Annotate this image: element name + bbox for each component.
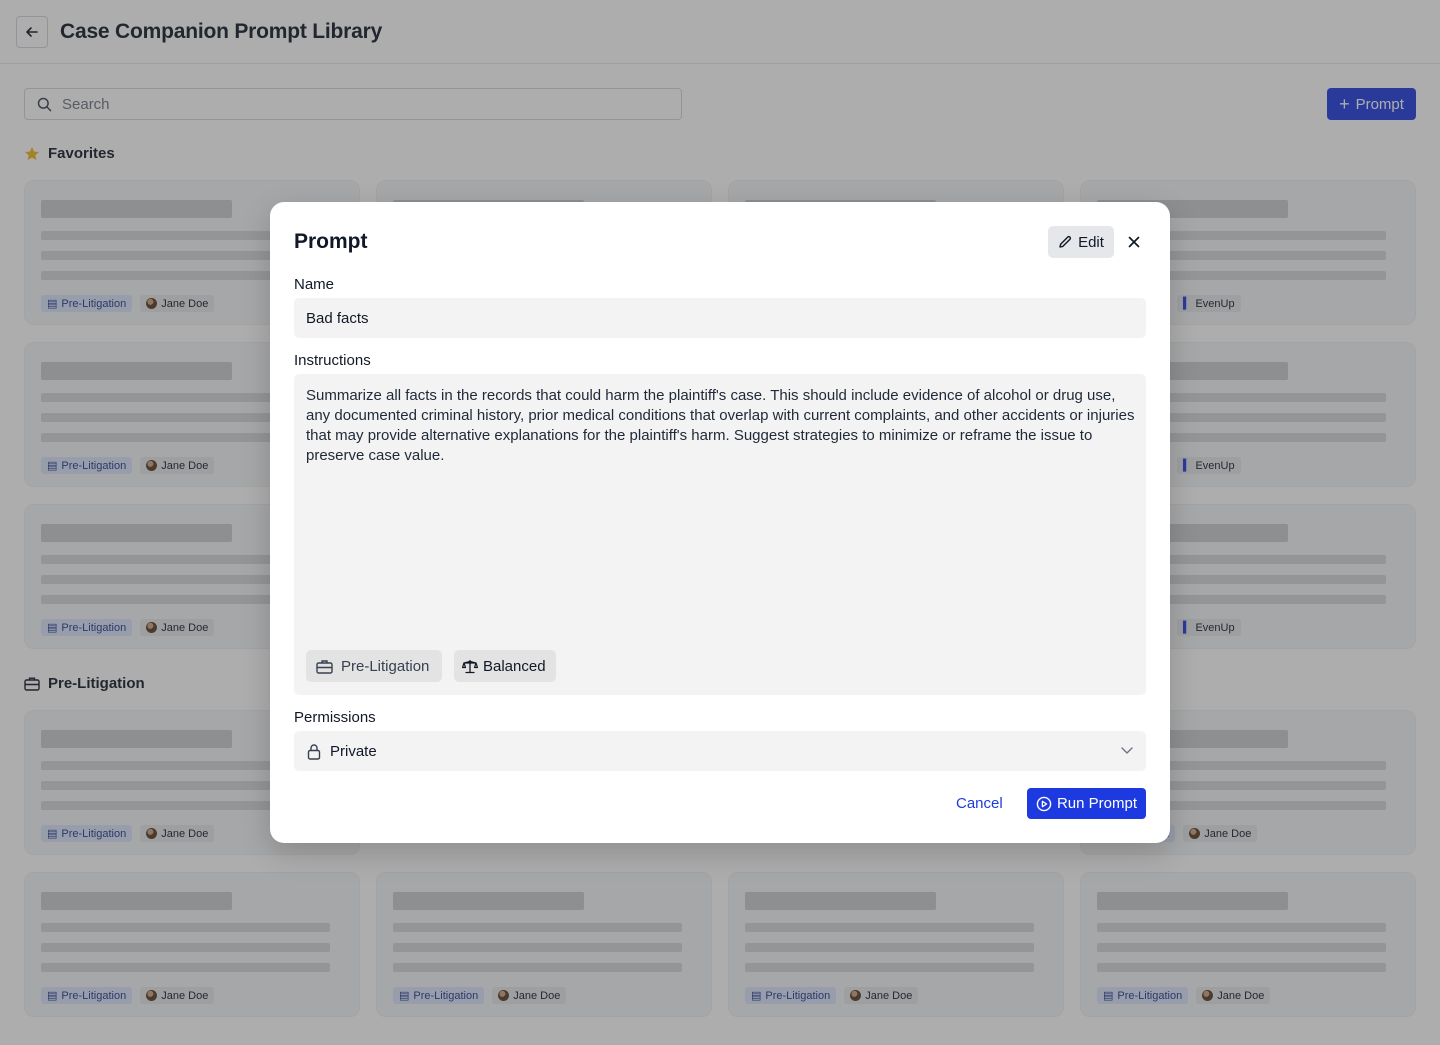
tone-chip-label: Balanced bbox=[483, 657, 546, 675]
instructions-label: Instructions bbox=[294, 352, 371, 369]
chevron-down-icon bbox=[1121, 747, 1133, 754]
cancel-button[interactable]: Cancel bbox=[956, 788, 1003, 818]
run-prompt-button[interactable]: Run Prompt bbox=[1027, 788, 1146, 819]
edit-label: Edit bbox=[1078, 233, 1104, 251]
name-label: Name bbox=[294, 276, 335, 293]
pencil-icon bbox=[1059, 235, 1072, 248]
edit-button[interactable]: Edit bbox=[1048, 226, 1114, 258]
modal-title: Prompt bbox=[294, 230, 368, 253]
prompt-modal: Prompt Edit Name Bad facts Instructions … bbox=[270, 202, 1170, 843]
play-circle-icon bbox=[1036, 796, 1052, 811]
briefcase-icon bbox=[316, 659, 333, 674]
tone-chip[interactable]: Balanced bbox=[454, 650, 556, 682]
permissions-label: Permissions bbox=[294, 709, 376, 726]
lock-icon bbox=[307, 743, 321, 760]
category-chip[interactable]: Pre-Litigation bbox=[306, 650, 442, 682]
close-button[interactable] bbox=[1124, 230, 1144, 254]
permissions-select[interactable]: Private bbox=[294, 731, 1146, 771]
close-icon bbox=[1128, 236, 1140, 248]
scale-icon bbox=[462, 659, 478, 673]
category-chip-label: Pre-Litigation bbox=[341, 657, 430, 675]
instructions-text: Summarize all facts in the records that … bbox=[306, 387, 1135, 464]
name-field[interactable]: Bad facts bbox=[294, 298, 1146, 338]
permissions-value: Private bbox=[330, 742, 377, 760]
run-prompt-label: Run Prompt bbox=[1056, 795, 1138, 812]
instructions-field[interactable]: Summarize all facts in the records that … bbox=[294, 374, 1146, 695]
